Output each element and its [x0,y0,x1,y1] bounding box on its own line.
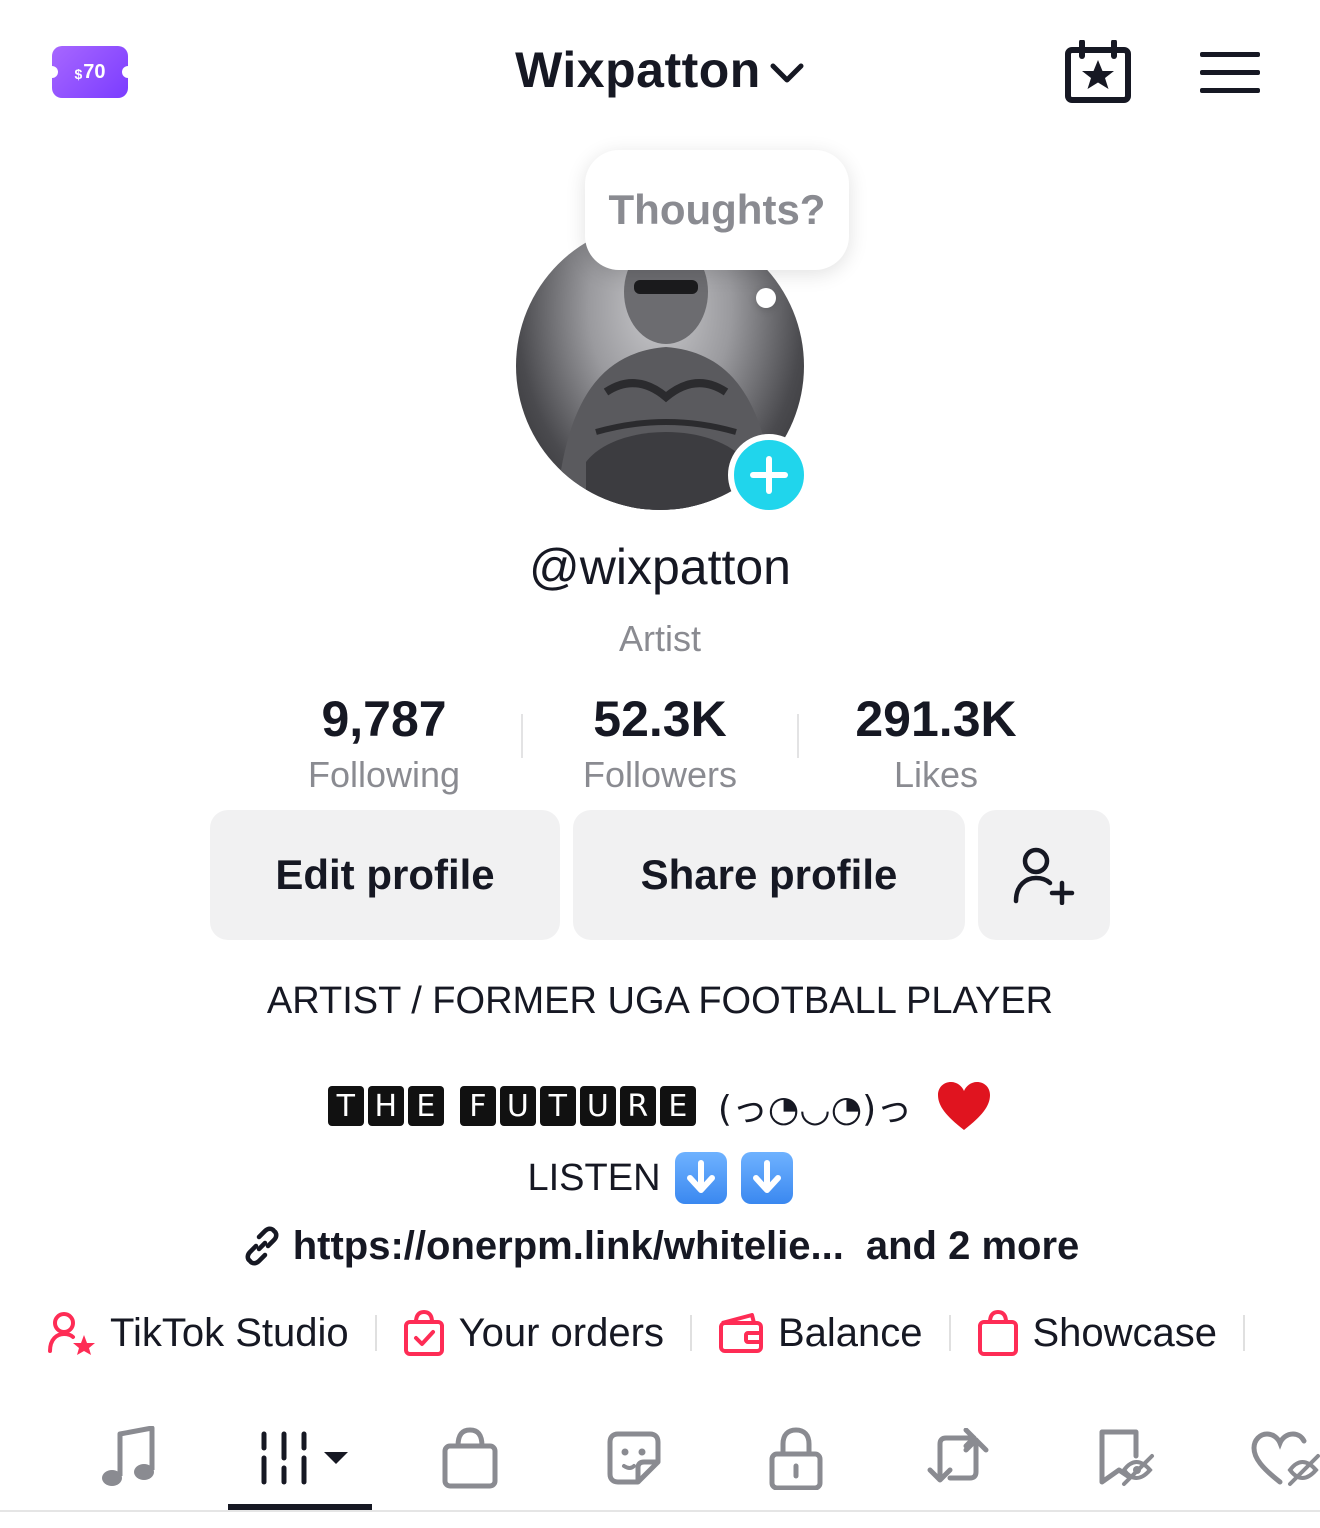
stat-value: 291.3K [855,691,1017,747]
thoughts-bubble[interactable]: Thoughts? [585,150,849,270]
stat-value: 9,787 [321,691,447,747]
orders-icon [403,1310,444,1356]
quick-action-your-orders[interactable]: Your orders [403,1310,664,1356]
repost-icon [927,1428,989,1483]
quick-action-separator [689,1315,692,1351]
showcase-icon [977,1310,1018,1356]
tab-bar-border [0,1510,1320,1512]
quick-actions-bar: TikTok Studio Your orders Balance Showca… [0,1300,1320,1366]
bio-letter: U [579,1086,616,1126]
studio-icon [48,1312,95,1355]
bio-word-future: FUTURE [459,1086,696,1126]
bio-letter: R [619,1086,656,1126]
tab-private[interactable] [756,1418,836,1498]
add-friends-button[interactable] [978,810,1110,940]
quick-action-showcase[interactable]: Showcase [977,1310,1218,1356]
bio-line-1: ARTIST / FORMER UGA FOOTBALL PLAYER [266,980,1054,1022]
add-story-button[interactable] [728,434,810,516]
stat-following[interactable]: 9,787 Following [244,690,524,796]
quick-action-label: Your orders [458,1310,664,1355]
bio-line-3: LISTEN [0,1150,1320,1206]
sticker-icon [607,1431,661,1485]
bio-link-row[interactable]: https://onerpm.link/whitelie... and 2 mo… [0,1218,1320,1274]
tab-posts[interactable] [252,1418,352,1498]
tab-liked[interactable] [1244,1418,1320,1498]
bio-letter: U [499,1086,536,1126]
liked-icon [1251,1431,1320,1486]
quick-action-label: Balance [777,1310,923,1355]
quick-action-label: Showcase [1032,1310,1218,1355]
edit-profile-button[interactable]: Edit profile [210,810,560,940]
content-tabs [0,1400,1320,1510]
bio-letter: T [327,1086,364,1126]
music-icon [102,1426,155,1486]
stat-label: Followers [582,754,738,795]
bio-kaomoji: (っ◔◡◔)っ [717,1089,913,1130]
more-links[interactable]: and 2 more [866,1224,1079,1269]
posts-grid-icon [261,1431,348,1485]
private-lock-icon [769,1427,823,1490]
quick-action-separator [948,1315,951,1351]
bubble-tail-dot [756,288,776,308]
bio-letter: H [367,1086,404,1126]
chevron-down-icon [770,63,804,83]
bio-letter: E [407,1086,444,1126]
stat-label: Likes [893,754,979,795]
quick-action-balance[interactable]: Balance [718,1311,923,1356]
menu-icon[interactable] [1200,50,1260,96]
stat-value: 52.3K [593,691,727,747]
link-icon [245,1226,279,1266]
favorites-icon [1099,1429,1154,1486]
stat-followers[interactable]: 52.3K Followers [520,690,800,796]
tab-shop[interactable] [430,1418,510,1498]
bio-line-2: THE FUTURE (っ◔◡◔)っ [0,1078,1320,1134]
stat-likes[interactable]: 291.3K Likes [796,690,1076,796]
bio-letter: E [659,1086,696,1126]
shop-icon [442,1427,498,1489]
tab-reposts[interactable] [918,1418,998,1498]
down-arrow-icon [740,1152,793,1204]
add-user-icon [1013,847,1075,905]
wallet-icon [718,1313,763,1353]
quick-action-label: TikTok Studio [110,1310,349,1355]
thoughts-text: Thoughts? [608,186,826,233]
quick-action-separator [1243,1315,1246,1351]
username: @wixpatton [529,539,791,595]
stat-label: Following [307,754,461,795]
account-name: Wixpatton [515,42,761,98]
tab-music[interactable] [88,1418,168,1498]
bio-letter: F [459,1086,496,1126]
bio-link[interactable]: https://onerpm.link/whitelie... [293,1224,844,1269]
tab-favorites[interactable] [1084,1418,1164,1498]
heart-icon [938,1082,991,1130]
bio-listen: LISTEN [527,1156,661,1199]
profile-category: Artist [618,618,701,659]
bio-letter: T [539,1086,576,1126]
quick-action-tiktok-studio[interactable]: TikTok Studio [48,1311,349,1356]
quick-action-separator [374,1315,377,1351]
plus-icon [750,456,788,494]
tab-stickers[interactable] [594,1418,674,1498]
bio-word-the: THE [327,1086,444,1126]
share-profile-button[interactable]: Share profile [573,810,965,940]
down-arrow-icon [674,1152,727,1204]
calendar-star-icon[interactable] [1064,40,1132,104]
